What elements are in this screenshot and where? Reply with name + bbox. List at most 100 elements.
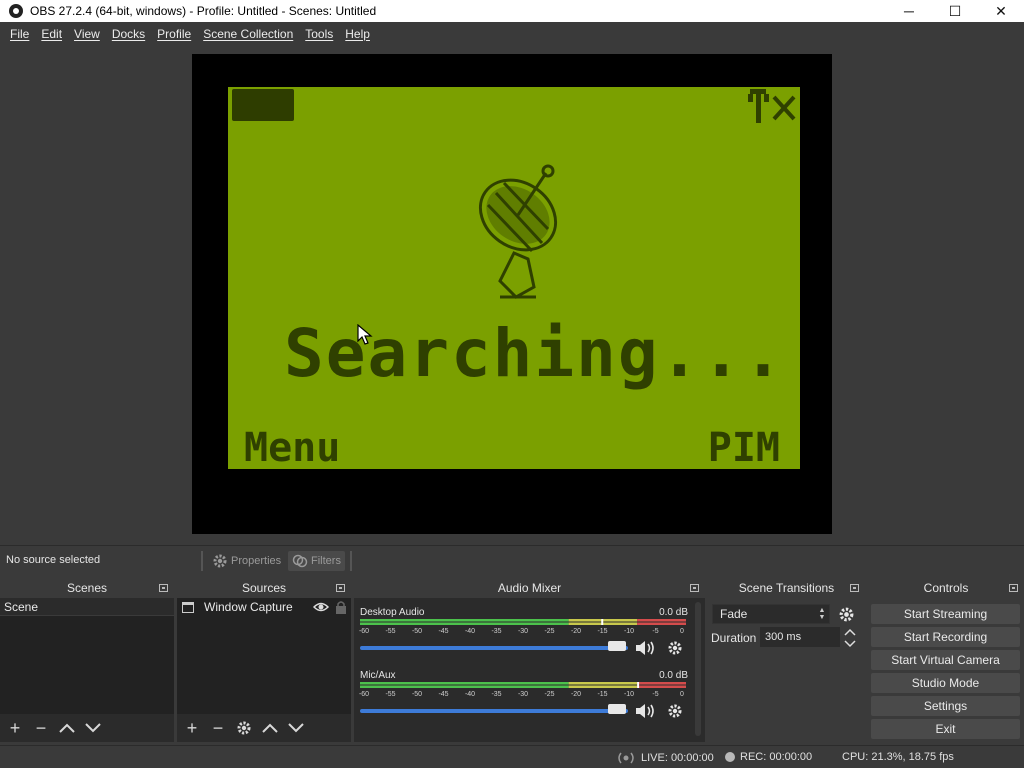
record-dot-icon [725,752,735,762]
volume-slider[interactable] [360,646,628,650]
sources-list: Window Capture [177,598,351,714]
transition-select[interactable]: Fade ▲ ▼ [712,604,830,624]
meter-scale-tick: -30 [517,691,529,698]
move-down-button[interactable] [285,717,307,739]
scenes-dock: Scenes Scene + − [0,578,174,742]
meter-segment [360,685,569,688]
mixer-body: Desktop Audio 0.0 dB -60 -55 -50 -45 -40 -35-… [354,598,705,742]
transition-selected-value: Fade [720,607,748,621]
meter-scale-tick: -10 [623,691,635,698]
remove-scene-button[interactable]: − [30,717,52,739]
preview-area: Searching... Menu PIM [0,45,1024,545]
speaker-icon[interactable] [634,702,656,720]
meter-scale-tick: -35 [491,691,502,698]
undock-icon[interactable] [850,584,859,592]
volume-slider-handle[interactable] [608,704,626,714]
divider [350,551,352,571]
mixer-scrollbar[interactable] [695,602,701,736]
scenes-list: Scene [0,598,174,714]
start-recording-button[interactable]: Start Recording [871,627,1020,647]
close-button[interactable]: ✕ [978,0,1024,22]
exit-button[interactable]: Exit [871,719,1020,739]
settings-button[interactable]: Settings [871,696,1020,716]
meter-segment [637,622,686,625]
meter-scale-tick: -60 [358,691,370,698]
undock-icon[interactable] [690,584,699,592]
mixer-channel: Mic/Aux 0.0 dB -60 -55 -50 -45 -40 -35 -30 -25-… [358,665,690,727]
move-up-button[interactable] [56,717,78,739]
mixer-channel: Desktop Audio 0.0 dB -60 -55 -50 -45 -40 -35-… [358,602,690,664]
menu-help[interactable]: Help [339,27,376,41]
lock-icon[interactable] [335,600,347,614]
context-bar: No source selected Properties Filters [0,545,1024,575]
add-source-button[interactable]: + [181,717,203,739]
gear-icon[interactable] [667,703,683,719]
filters-button[interactable]: Filters [288,551,345,571]
source-properties-button[interactable] [233,717,255,739]
menu-scene-collection[interactable]: Scene Collection [197,27,299,41]
sources-title-label: Sources [241,581,287,595]
meter-scale-tick: -35 [491,628,502,635]
menu-tools[interactable]: Tools [299,27,339,41]
undock-icon[interactable] [336,584,345,592]
menu-file[interactable]: File [4,27,35,41]
add-scene-button[interactable]: + [4,717,26,739]
mixer-title-label: Audio Mixer [497,581,562,595]
start-virtual-camera-button[interactable]: Start Virtual Camera [871,650,1020,670]
status-bar: LIVE: 00:00:00 REC: 00:00:00 CPU: 21.3%,… [0,745,1024,768]
meter-scale-tick: -15 [597,628,608,635]
menu-edit[interactable]: Edit [35,27,68,41]
menu-view[interactable]: View [68,27,106,41]
live-time: LIVE: 00:00:00 [641,752,714,764]
rec-time: REC: 00:00:00 [740,751,813,763]
mouse-cursor-icon [357,324,373,345]
start-streaming-button[interactable]: Start Streaming [871,604,1020,624]
channel-db: 0.0 dB [659,670,688,681]
gear-icon[interactable] [667,640,683,656]
live-status: LIVE: 00:00:00 [616,751,714,765]
meter-peak-marker [601,619,604,625]
maximize-button[interactable]: ☐ [932,0,978,22]
menu-docks[interactable]: Docks [106,27,151,41]
speaker-icon[interactable] [634,639,656,657]
remove-source-button[interactable]: − [207,717,229,739]
scene-item[interactable]: Scene [0,598,174,616]
minimize-button[interactable]: ─ [886,0,932,22]
menu-profile[interactable]: Profile [151,27,197,41]
meter-segment [568,685,638,688]
volume-slider[interactable] [360,709,628,713]
broadcast-icon [618,752,634,764]
undock-icon[interactable] [1009,584,1018,592]
scenes-toolbar: + − [0,714,174,742]
sources-dock-title: Sources [177,578,351,598]
meter-scale: -60 -55 -50 -45 -40 -35 -30 -25 -20 -15 -10 -5 0 [359,628,686,638]
no-signal-icon [748,89,796,123]
visibility-eye-icon[interactable] [313,601,329,613]
studio-mode-button[interactable]: Studio Mode [871,673,1020,693]
cpu-fps: CPU: 21.3%, 18.75 fps [842,751,954,763]
properties-button[interactable]: Properties [208,551,285,571]
gear-icon [213,554,227,568]
chevron-down-icon [288,723,304,733]
gear-icon[interactable] [838,606,855,623]
meter-segment [568,682,638,685]
meter-scale-tick: -25 [544,691,555,698]
source-item[interactable]: Window Capture [177,598,351,616]
volume-slider-handle[interactable] [608,641,626,651]
duration-label: Duration [711,631,757,645]
rec-status: REC: 00:00:00 [725,751,812,763]
move-up-button[interactable] [259,717,281,739]
meter-scale-tick: -5 [652,628,659,635]
sources-toolbar: + − [177,714,351,742]
move-down-button[interactable] [82,717,104,739]
transitions-dock-title: Scene Transitions [708,578,865,598]
undock-icon[interactable] [159,584,168,592]
spin-arrows-icon[interactable] [844,627,856,649]
controls-dock-title: Controls [868,578,1024,598]
meter-scale-tick: -40 [464,691,476,698]
scene-transitions-dock: Scene Transitions Fade ▲ ▼ Duration 300 m… [708,578,865,742]
chevron-up-icon [59,723,75,733]
duration-input[interactable]: 300 ms [760,627,840,647]
preview-canvas[interactable]: Searching... Menu PIM [192,54,832,534]
transitions-title-label: Scene Transitions [738,581,835,595]
